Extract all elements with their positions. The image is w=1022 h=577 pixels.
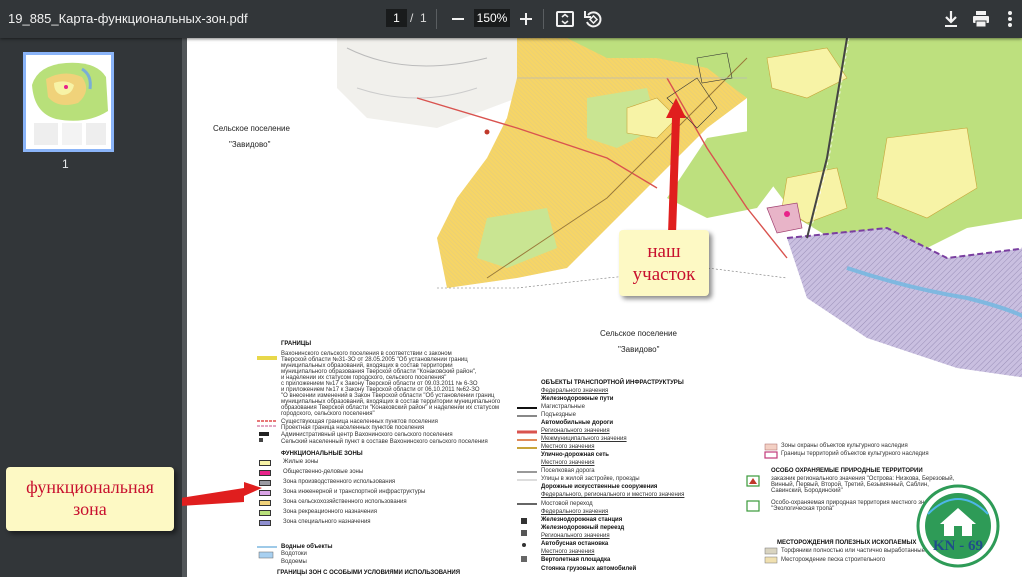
functional-zone-callout: функциональная зона [6,467,174,531]
legend-heritage-border: Границы территорий объектов культурного … [781,451,929,457]
minus-icon [452,18,464,20]
legend-peat: Торфяники полностью или частично выработ… [781,548,925,554]
page-total: 1 [420,11,427,25]
logo-badge-icon [916,484,1000,568]
legend-water-title: Водные объекты [281,544,333,550]
more-actions-button[interactable] [998,7,1022,31]
legend-regional-2: Регионального значения [541,533,610,539]
document-title: 19_885_Карта-функциональных-зон.pdf [8,11,248,26]
zone-label: Жилые зоны [283,459,319,465]
zone-label: Зона специального назначения [283,519,371,525]
legend-truck: Стоянка грузовых автомобилей [541,566,637,572]
legend-bridges-level: Федерального, регионального и местного з… [541,492,685,498]
zone-label: Зона рекреационного назначения [283,509,377,515]
zone-swatch [259,520,271,526]
callout-line: функциональная [26,477,154,497]
legend-sand: Месторождение песка строительного [781,557,886,563]
more-vert-icon [1008,11,1012,27]
legend-federal: Федерального значения [541,388,609,394]
download-button[interactable] [939,7,963,31]
our-plot-callout: наш участок [619,230,709,296]
settlement-label-1: Сельское поселение [213,124,290,133]
legend-deposits-title: МЕСТОРОЖДЕНИЯ ПОЛЕЗНЫХ ИСКОПАЕМЫХ [777,540,917,546]
legend-main-rail: Магистральные [541,404,585,410]
legend-rural-settlement: Сельский населенный пункт в составе Вахо… [281,439,488,445]
printer-icon [973,11,989,28]
zone-swatch [259,470,271,476]
zone-swatch [259,500,271,506]
legend-intermunicipal: Межмуниципального значения [541,436,627,442]
legend-regional: Регионального значения [541,428,610,434]
rotate-button[interactable] [581,7,605,31]
kn69-logo: KN - 69 [916,484,1000,568]
zone-label: Зона производственного использования [283,479,396,485]
legend-local-protected: "Экологическая тропа" [771,506,835,512]
plus-icon [520,13,532,25]
legend-special-zones-title: ГРАНИЦЫ ЗОН С ОСОБЫМИ УСЛОВИЯМИ ИСПОЛЬЗО… [277,570,461,576]
legend-access-rail: Подъездные [541,412,576,418]
page-thumbnail[interactable] [23,52,114,152]
legend-roads-title: Автомобильные дороги [541,420,614,426]
legend-bridges-title: Дорожные искусственные сооружения [541,484,658,490]
legend-water-streams: Водотоки [281,551,307,557]
callout-line: зона [73,499,107,519]
pdf-page: Сельское поселение "Завидово" Сельское п… [187,38,1022,577]
page-count: / 1 [410,11,427,25]
pdf-toolbar: 19_885_Карта-функциональных-зон.pdf 1 / … [0,0,1022,38]
page-separator: / [410,11,414,25]
zone-label: Зона сельскохозяйственного использования [283,499,407,505]
logo-text: KN - 69 [933,538,983,554]
legend-borders-text: городского, сельского поселения" [281,411,375,417]
zone-swatch [259,460,271,466]
legend-bus: Автобусная остановка [541,541,609,547]
rotate-icon [584,11,602,28]
thumbnail-page-number: 1 [62,157,69,171]
legend-water-reservoirs: Водоемы [281,559,307,565]
zoom-level-input[interactable]: 150% [474,9,510,27]
legend-borders-title: ГРАНИЦЫ [281,341,312,347]
legend-local-2: Местного значения [541,460,595,466]
zone-label: Общественно-деловые зоны [283,469,364,475]
fit-page-icon [556,11,574,27]
legend-federal-2: Федерального значения [541,509,609,515]
fit-to-page-button[interactable] [553,7,577,31]
legend-street-title: Улично-дорожная сеть [541,452,609,458]
settlement-name-1: "Завидово" [229,140,271,149]
legend-project-border: Проектная граница населенных пунктов пос… [281,425,425,431]
zone-label: Зона инженерной и транспортной инфрастру… [283,489,426,495]
callout-line: участок [632,264,696,285]
legend-protected-title: ОСОБО ОХРАНЯЕМЫЕ ПРИРОДНЫЕ ТЕРРИТОРИИ [771,468,923,474]
legend-station: Железнодорожная станция [541,517,623,523]
legend-local-3: Местного значения [541,549,595,555]
print-button[interactable] [969,7,993,31]
download-icon [945,11,957,27]
toolbar-divider [436,9,437,29]
callout-line: наш [647,241,681,262]
legend-crossing: Железнодорожный переезд [541,525,625,531]
zone-swatch [259,480,271,486]
zoom-in-button[interactable] [514,7,538,31]
legend-heritage-zone: Зоны охраны объектов культурного наследи… [781,443,908,449]
thumbnail-map-image [26,55,111,149]
legend-bridge: Мостовой переход [541,501,593,507]
settlement-name-2: "Завидово" [618,345,660,354]
legend-admin-center: Административный центр Вахонинского сель… [281,432,453,438]
page-number-input[interactable]: 1 [386,9,407,27]
legend-local: Местного значения [541,444,595,450]
legend-rail-title: Железнодорожные пути [541,396,614,402]
zone-swatch [259,490,271,496]
zoom-out-button[interactable] [446,7,470,31]
legend-transport-title: ОБЪЕКТЫ ТРАНСПОРТНОЙ ИНФРАСТРУКТУРЫ [541,380,684,386]
toolbar-divider [543,9,544,29]
legend-main-road: Поселковая дорога [541,468,595,474]
legend-streets: Улицы в жилой застройке, проезды [541,476,640,482]
legend-zones-title: ФУНКЦИОНАЛЬНЫЕ ЗОНЫ [281,451,363,457]
legend-heli: Вертолетная площадка [541,557,611,563]
document-viewer[interactable]: Сельское поселение "Завидово" Сельское п… [182,38,1022,577]
zone-swatch [259,510,271,516]
settlement-label-2: Сельское поселение [600,329,677,338]
legend-reserve-text: Савинский, Бородинский" [771,488,843,494]
